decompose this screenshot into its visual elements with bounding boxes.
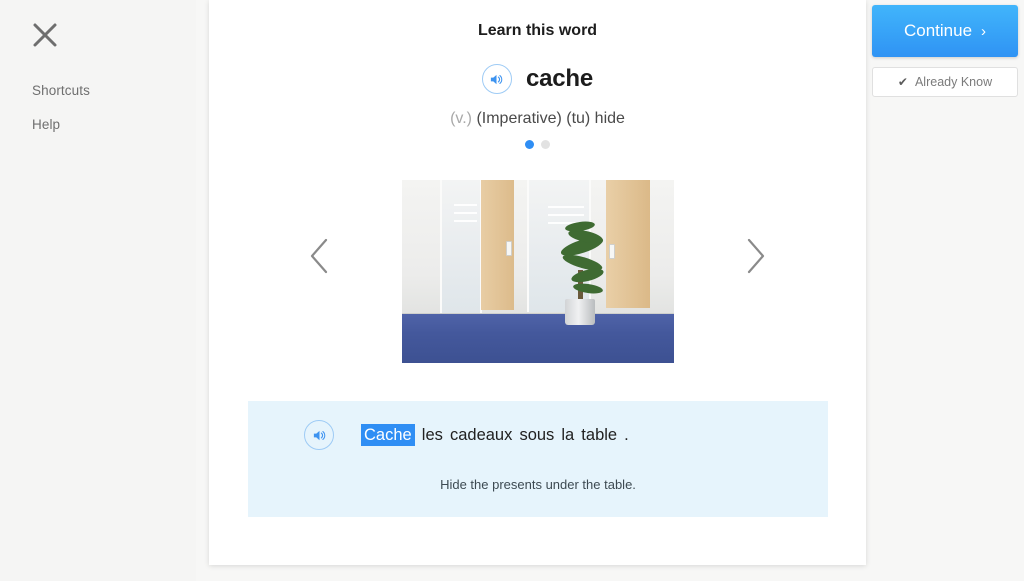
continue-button[interactable]: Continue › xyxy=(872,5,1018,57)
word-headword: cache xyxy=(525,65,594,92)
sentence-row: Cache les cadeaux sous la table . xyxy=(304,420,629,450)
part-of-speech: (v.) xyxy=(450,110,472,127)
page-title: Learn this word xyxy=(477,22,598,39)
chevron-right-icon: › xyxy=(981,22,987,40)
definition-text: (Imperative) (tu) hide xyxy=(476,110,625,127)
sidebar: Shortcuts Help xyxy=(0,0,196,581)
speaker-icon-word[interactable] xyxy=(481,64,512,94)
pagination-dot-2[interactable] xyxy=(541,140,550,149)
speaker-icon-sentence[interactable] xyxy=(304,420,334,450)
sentence-remainder: les cadeaux sous la table . xyxy=(421,425,629,444)
example-sentence-panel: Cache les cadeaux sous la table . Hide t… xyxy=(248,401,828,517)
image-carousel xyxy=(209,180,866,365)
learn-word-card: Learn this word cache (v.) (Imperative) … xyxy=(209,0,866,565)
close-icon[interactable] xyxy=(30,20,60,50)
pagination-dot-1[interactable] xyxy=(525,140,534,149)
continue-label: Continue xyxy=(903,21,973,40)
check-icon: ✔ xyxy=(897,75,908,89)
sentence-translation: Hide the presents under the table. xyxy=(440,477,636,492)
sidebar-item-help[interactable]: Help xyxy=(32,117,60,132)
word-definition: (v.) (Imperative) (tu) hide xyxy=(209,110,866,128)
highlighted-word: Cache xyxy=(361,423,415,446)
sentence-text: Cache les cadeaux sous la table . xyxy=(361,423,629,446)
word-row: cache xyxy=(209,64,866,94)
word-image xyxy=(402,180,674,363)
pagination-dots xyxy=(209,140,866,149)
chevron-left-icon[interactable] xyxy=(304,232,336,280)
already-know-button[interactable]: ✔ Already Know xyxy=(872,67,1018,97)
already-know-label: Already Know xyxy=(914,75,993,89)
chevron-right-icon[interactable] xyxy=(739,232,771,280)
sidebar-item-shortcuts[interactable]: Shortcuts xyxy=(32,83,90,98)
